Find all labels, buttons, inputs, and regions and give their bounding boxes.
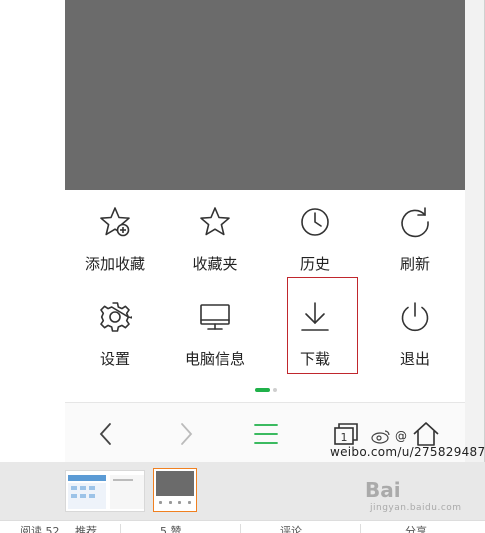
gear-icon <box>100 302 132 332</box>
monitor-icon <box>200 304 230 330</box>
menu-item-label: 历史 <box>299 255 330 273</box>
menu-item-history[interactable]: 历史 <box>265 190 365 280</box>
thumbnail-2-preview-icons <box>156 496 194 508</box>
download-highlight-box <box>287 277 358 374</box>
page-background-right <box>465 0 485 462</box>
star-plus-icon <box>100 207 130 237</box>
menu-item-pc-info[interactable]: 电脑信息 <box>165 285 265 375</box>
menu-item-label: 设置 <box>99 350 130 368</box>
menu-item-refresh[interactable]: 刷新 <box>365 190 465 280</box>
weibo-watermark-logo: @ <box>370 428 407 444</box>
menu-item-exit[interactable]: 退出 <box>365 285 465 375</box>
thumbnail-2-preview-top <box>156 471 194 496</box>
page-dot <box>273 388 277 392</box>
thumbnail-1[interactable] <box>65 470 145 512</box>
thumbnail-1-preview <box>68 475 144 509</box>
baidu-jingyan-url: jingyan.baidu.com <box>370 503 462 513</box>
status-divider <box>360 524 361 533</box>
status-divider <box>120 524 121 533</box>
thumbnail-2-selected[interactable] <box>153 468 197 512</box>
read-count: 阅读 52 <box>20 525 60 533</box>
page-indicator <box>255 388 277 392</box>
menu-item-add-bookmark[interactable]: 添加收藏 <box>65 190 165 280</box>
page-background-left <box>0 0 65 462</box>
weibo-url-watermark: weibo.com/u/2758294872 <box>330 445 485 459</box>
clock-icon <box>301 208 329 236</box>
comment-label[interactable]: 评论 <box>280 523 302 533</box>
share-label[interactable]: 分享 <box>405 523 427 533</box>
weibo-handle: @ <box>395 429 407 443</box>
like-count[interactable]: 5 赞 <box>160 523 182 533</box>
page-dot-active <box>255 388 270 392</box>
power-icon <box>401 302 429 332</box>
menu-item-bookmarks[interactable]: 收藏夹 <box>165 190 265 280</box>
menu-item-label: 添加收藏 <box>84 255 145 273</box>
refresh-icon <box>401 207 429 238</box>
menu-item-label: 电脑信息 <box>184 350 245 368</box>
baidu-logo: Bai <box>365 478 401 502</box>
article-status-bar: 阅读 52 推荐 5 赞 评论 分享 <box>0 520 485 533</box>
status-divider <box>240 524 241 533</box>
recommend-label[interactable]: 推荐 <box>75 523 97 533</box>
menu-item-settings[interactable]: 设置 <box>65 285 165 375</box>
forward-icon[interactable] <box>171 419 201 449</box>
weibo-icon <box>371 430 390 444</box>
menu-item-label: 收藏夹 <box>192 255 238 273</box>
menu-item-label: 刷新 <box>399 255 430 273</box>
dimmed-page-overlay[interactable] <box>65 0 465 190</box>
back-icon[interactable] <box>91 419 121 449</box>
menu-item-label: 退出 <box>399 350 430 368</box>
star-icon <box>200 207 230 236</box>
menu-icon[interactable] <box>251 419 281 449</box>
tabs-count: 1 <box>341 431 348 444</box>
browser-menu-panel: 添加收藏 收藏夹 历史 刷新 设置 电脑信息 下载 退出 1 <box>65 190 465 462</box>
